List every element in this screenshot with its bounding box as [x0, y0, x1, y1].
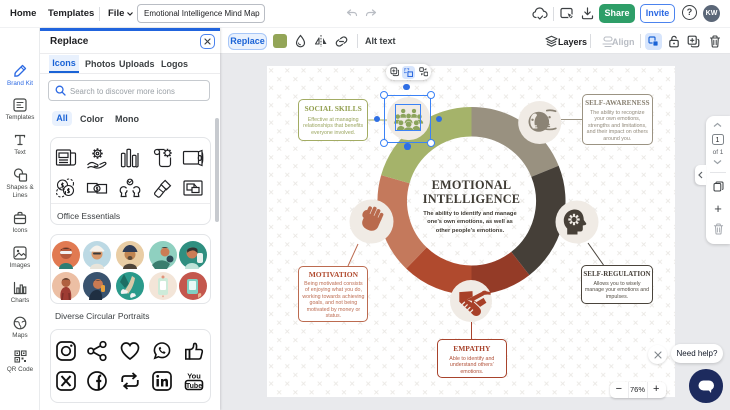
svg-text:Tube: Tube	[186, 383, 202, 390]
svg-text:You: You	[187, 372, 201, 381]
